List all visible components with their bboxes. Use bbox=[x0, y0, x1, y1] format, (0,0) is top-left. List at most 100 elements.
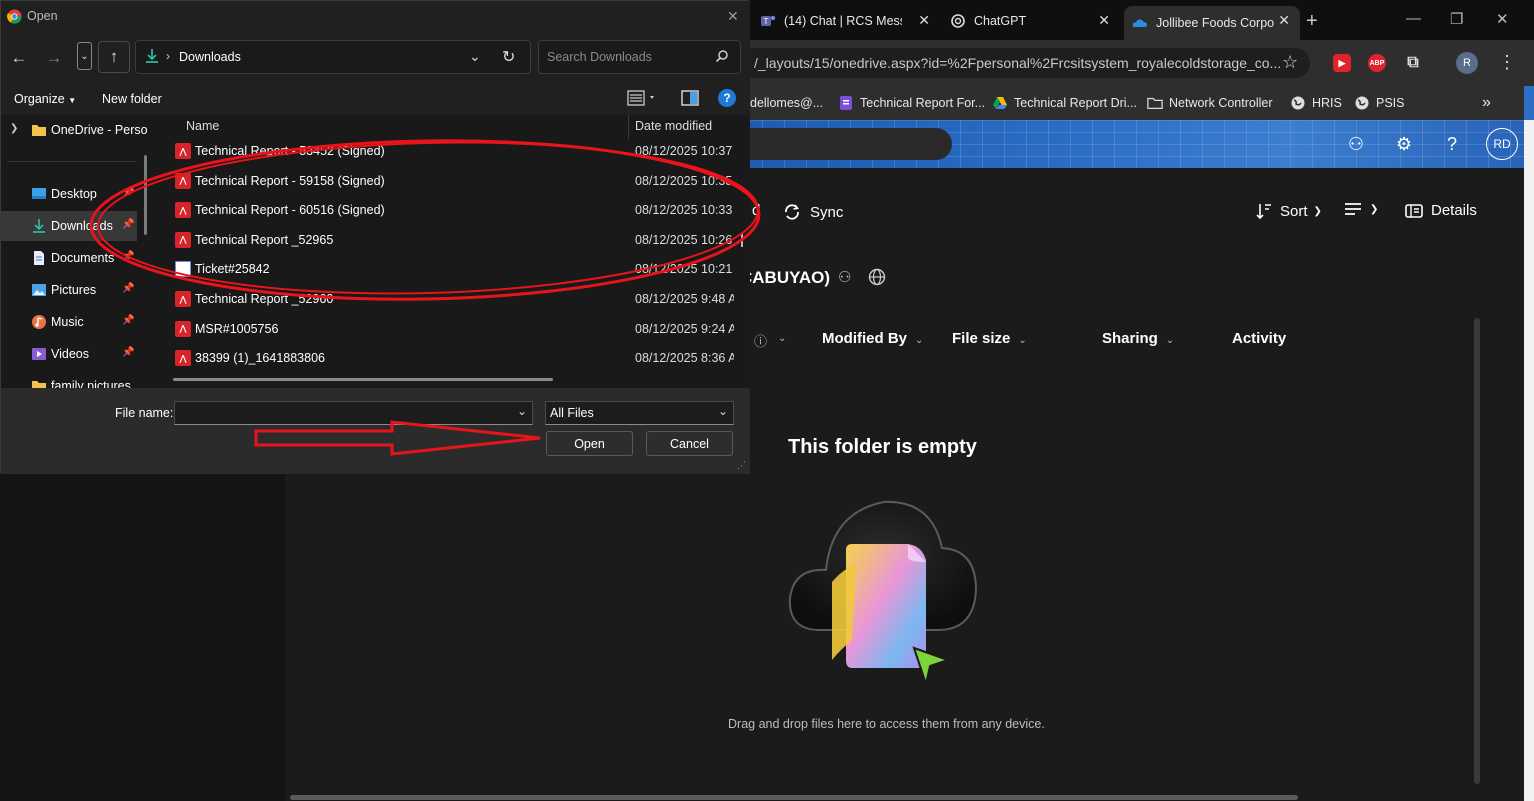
close-icon[interactable]: ✕ bbox=[1098, 12, 1110, 29]
file-row[interactable]: ⋀ 38399 (1)_1641883806 08/12/2025 8:36 AM bbox=[155, 344, 750, 373]
file-row[interactable]: ⋀ Technical Report - 60516 (Signed) 08/12/… bbox=[155, 196, 750, 225]
resize-grip-icon[interactable]: ⋰ bbox=[737, 460, 746, 471]
new-tab-button[interactable]: + bbox=[1306, 6, 1334, 36]
nav-item-videos[interactable]: Videos 📌 bbox=[1, 339, 137, 369]
file-row[interactable]: ⋀ Technical Report - 59158 (Signed) 08/12/… bbox=[155, 167, 750, 196]
search-input[interactable]: Search Downloads bbox=[538, 40, 741, 74]
vertical-scrollbar[interactable] bbox=[741, 233, 743, 247]
new-folder-button[interactable]: New folder bbox=[102, 92, 162, 106]
pin-icon[interactable]: 📌 bbox=[122, 219, 134, 230]
adblock-icon[interactable]: ▶ bbox=[1333, 54, 1351, 72]
help-icon[interactable]: ? bbox=[1440, 132, 1464, 156]
horizontal-scrollbar[interactable] bbox=[290, 795, 1298, 800]
file-row[interactable]: Ticket#25842 08/12/2025 10:21 AM bbox=[155, 255, 750, 284]
file-name-field[interactable]: ⌄ bbox=[174, 401, 533, 425]
sort-button[interactable]: Sort ❯ bbox=[1256, 202, 1322, 220]
column-header-date[interactable]: Date modified bbox=[635, 119, 712, 133]
nav-item-family-pictures[interactable]: family pictures bbox=[1, 371, 137, 388]
chevron-down-icon: ⌄ bbox=[1018, 335, 1027, 346]
sync-button[interactable]: Sync bbox=[782, 202, 843, 222]
bookmark-item[interactable]: Technical Report Dri... bbox=[992, 92, 1137, 114]
file-row[interactable]: ⋀ Technical Report _52960 08/12/2025 9:48 … bbox=[155, 285, 750, 314]
abp-icon[interactable]: ABP bbox=[1368, 54, 1386, 72]
chevron-down-icon[interactable]: ⌄ bbox=[469, 48, 481, 65]
chevron-right-icon[interactable]: ❯ bbox=[10, 123, 18, 134]
videos-icon bbox=[31, 346, 47, 362]
share-people-icon[interactable]: ⚇ bbox=[1344, 132, 1368, 156]
recent-locations-dropdown[interactable]: ⌄ bbox=[77, 42, 92, 70]
document-file-icon bbox=[175, 261, 191, 278]
bookmark-item[interactable]: Network Controller bbox=[1147, 92, 1273, 114]
file-type-select[interactable]: All Files ⌄ bbox=[545, 401, 734, 425]
back-icon[interactable]: ← bbox=[4, 43, 34, 73]
organize-button[interactable]: Organize ▼ bbox=[14, 92, 76, 106]
chevron-down-icon[interactable]: ⌄ bbox=[778, 333, 786, 344]
nav-item-onedrive[interactable]: ❯ OneDrive - Perso bbox=[1, 115, 148, 145]
url-field[interactable]: /_layouts/15/onedrive.aspx?id=%2Fpersona… bbox=[740, 48, 1310, 78]
nav-item-documents[interactable]: Documents 📌 bbox=[1, 243, 137, 273]
search-input[interactable] bbox=[740, 128, 952, 160]
bookmark-star-icon[interactable]: ☆ bbox=[1282, 52, 1298, 73]
chevron-down-icon[interactable]: ⌄ bbox=[517, 404, 527, 418]
folder-icon bbox=[31, 122, 47, 138]
column-activity[interactable]: Activity bbox=[1232, 330, 1286, 347]
pin-icon[interactable]: 📌 bbox=[122, 251, 134, 262]
column-divider[interactable] bbox=[628, 115, 629, 139]
column-header-name[interactable]: Name bbox=[186, 119, 219, 133]
nav-item-pictures[interactable]: Pictures 📌 bbox=[1, 275, 137, 305]
nav-scrollbar[interactable] bbox=[144, 155, 147, 235]
nav-item-desktop[interactable]: Desktop 📌 bbox=[1, 179, 137, 209]
column-sharing[interactable]: Sharing ⌄ bbox=[1102, 330, 1174, 347]
close-icon[interactable]: ✕ bbox=[1278, 12, 1290, 29]
bookmark-item[interactable]: HRIS bbox=[1290, 92, 1342, 114]
open-button[interactable]: Open bbox=[546, 431, 633, 456]
column-file-size[interactable]: File size ⌄ bbox=[952, 330, 1027, 347]
profile-avatar[interactable]: R bbox=[1456, 52, 1478, 74]
download-icon bbox=[144, 48, 160, 69]
bookmark-item[interactable]: PSIS bbox=[1354, 92, 1405, 114]
preview-pane-icon[interactable] bbox=[681, 90, 699, 111]
file-name: Technical Report - 60516 (Signed) bbox=[195, 203, 385, 218]
vertical-scrollbar[interactable] bbox=[1474, 318, 1480, 784]
view-menu-icon[interactable] bbox=[627, 89, 655, 112]
column-modified-by[interactable]: Modified By ⌄ bbox=[822, 330, 923, 347]
up-folder-icon[interactable]: ↑ bbox=[98, 41, 130, 73]
close-icon[interactable]: ✕ bbox=[727, 8, 739, 25]
tab-onedrive[interactable]: Jollibee Foods Corpo ✕ bbox=[1124, 6, 1300, 40]
extensions-icon[interactable]: ⧉ bbox=[1404, 54, 1422, 72]
bookmarks-overflow-button[interactable]: » bbox=[1482, 92, 1491, 114]
forward-icon[interactable]: → bbox=[39, 43, 69, 73]
chevron-down-icon: ❯ bbox=[1370, 203, 1379, 215]
refresh-icon[interactable]: ↻ bbox=[502, 47, 515, 67]
breadcrumb-downloads[interactable]: Downloads bbox=[179, 50, 241, 64]
file-row[interactable]: ⋀ Technical Report - 53452 (Signed) 08/12/… bbox=[155, 137, 750, 166]
view-options-button[interactable]: ❯ bbox=[1344, 202, 1378, 216]
restore-icon[interactable]: ❐ bbox=[1450, 10, 1463, 28]
tab-teams-chat[interactable]: T (14) Chat | RCS Messa ✕ bbox=[760, 6, 940, 36]
upload-button[interactable]: d bbox=[752, 202, 760, 219]
bookmark-item[interactable]: dellomes@... bbox=[750, 92, 823, 114]
address-path-field[interactable]: › Downloads ⌄ ↻ bbox=[135, 40, 531, 74]
horizontal-scrollbar[interactable] bbox=[173, 378, 553, 381]
menu-icon[interactable]: ⋮ bbox=[1498, 52, 1516, 73]
bookmark-item[interactable]: Technical Report For... bbox=[838, 92, 985, 114]
avatar[interactable]: RD bbox=[1486, 128, 1518, 160]
file-row[interactable]: ⋀ Technical Report _52965 08/12/2025 10:26… bbox=[155, 226, 750, 255]
file-row[interactable]: ⋀ MSR#1005756 08/12/2025 9:24 AM bbox=[155, 315, 750, 344]
cancel-button[interactable]: Cancel bbox=[646, 431, 733, 456]
gear-icon[interactable]: ⚙ bbox=[1392, 132, 1416, 156]
nav-item-downloads[interactable]: Downloads 📌 bbox=[1, 211, 137, 241]
close-icon[interactable]: ✕ bbox=[918, 12, 930, 29]
pin-icon[interactable]: 📌 bbox=[122, 315, 134, 326]
minimize-icon[interactable]: — bbox=[1406, 10, 1421, 27]
pin-icon[interactable]: 📌 bbox=[122, 187, 134, 198]
details-button[interactable]: Details bbox=[1405, 202, 1477, 219]
help-icon[interactable]: ? bbox=[718, 89, 736, 107]
onedrive-nav-pane bbox=[0, 473, 285, 801]
tab-chatgpt[interactable]: ChatGPT ✕ bbox=[950, 6, 1120, 36]
nav-item-music[interactable]: Music 📌 bbox=[1, 307, 137, 337]
pin-icon[interactable]: 📌 bbox=[122, 283, 134, 294]
pin-icon[interactable]: 📌 bbox=[122, 347, 134, 358]
window-close-icon[interactable]: ✕ bbox=[1496, 10, 1509, 28]
pdf-file-icon: ⋀ bbox=[175, 202, 191, 219]
